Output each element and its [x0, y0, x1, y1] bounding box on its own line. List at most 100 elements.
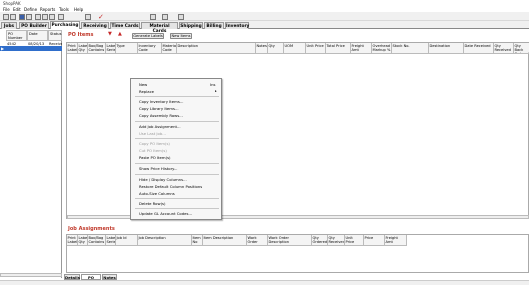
col-type[interactable]: Type	[116, 43, 138, 54]
cut-icon[interactable]	[35, 13, 41, 20]
date-header[interactable]: Date	[27, 30, 48, 41]
menu-item-hide-display-columns[interactable]: Hide / Display Columns...	[139, 177, 187, 182]
tab-time-cards[interactable]: Time Cards	[110, 22, 140, 29]
tab-purchasing[interactable]: Purchasing	[50, 21, 80, 29]
col-stock-no[interactable]: Stock No.	[392, 43, 429, 54]
col-label-series[interactable]: Label Series	[106, 43, 116, 54]
col-inventory-code[interactable]: Inventory Code	[138, 43, 162, 54]
move-down-icon[interactable]: ▼	[108, 32, 112, 37]
ja-col-box-bag[interactable]: Box/Bag Contains	[88, 235, 106, 246]
move-up-icon[interactable]: ▲	[118, 32, 122, 37]
menu-item-paste-po-items[interactable]: Paste PO Item(s)	[139, 155, 171, 160]
menu-edit[interactable]: Edit	[13, 7, 21, 12]
menu-item-copy-inventory[interactable]: Copy Inventory Items...	[139, 99, 183, 104]
ja-col-price[interactable]: Price	[364, 235, 385, 246]
ja-col-freight-amt[interactable]: Freight Amt	[385, 235, 407, 246]
po-items-title: PO Items	[68, 32, 94, 38]
new-icon[interactable]	[3, 13, 9, 20]
col-material-code[interactable]: Material Code	[162, 43, 177, 54]
menu-item-restore-column-positions[interactable]: Restore Default Column Positions	[139, 184, 202, 189]
ja-col-print-label[interactable]: Print Label	[67, 235, 78, 246]
ja-col-qty-received[interactable]: Qty Received	[328, 235, 345, 246]
status-bar	[0, 280, 529, 285]
menu-item-add-job-assignment[interactable]: Add Job Assignment...	[139, 124, 181, 129]
po-number-cell: 4542	[7, 41, 17, 46]
col-notes[interactable]: Notes	[256, 43, 268, 54]
ja-col-work-order-description[interactable]: Work Order Description	[268, 235, 312, 246]
col-uom[interactable]: UOM	[284, 43, 306, 54]
menu-item-cut-po-items: Cut PO Item(s)	[139, 148, 167, 153]
menu-item-use-last-job: Use Last Job...	[139, 131, 166, 136]
ja-col-qty-ordered[interactable]: Qty Ordered	[312, 235, 328, 246]
menu-item-update-gl-codes[interactable]: Update GL Account Codes...	[139, 211, 192, 216]
tab-shipping[interactable]: Shipping	[179, 22, 203, 29]
paste-icon[interactable]	[49, 13, 55, 20]
col-description[interactable]: Description	[177, 43, 256, 54]
toolbar: ✓	[0, 12, 529, 21]
job-assignments-title: Job Assignments	[68, 226, 115, 232]
ja-col-item-description[interactable]: Item Description	[203, 235, 247, 246]
menu-file[interactable]: File	[3, 7, 10, 12]
window-title: ShopPAK	[3, 0, 21, 6]
camera-icon[interactable]	[178, 13, 184, 20]
col-overhead-markup[interactable]: Overhead Markup %	[372, 43, 392, 54]
job-assignments-grid: Print Label Label Qty Box/Bag Contains L…	[66, 234, 529, 273]
ja-col-job-description[interactable]: Job Description	[138, 235, 192, 246]
ja-col-label-qty[interactable]: Label Qty	[78, 235, 88, 246]
new-row-selected[interactable]: ▶	[0, 46, 62, 51]
tab-billing[interactable]: Billing	[204, 22, 224, 29]
tab-receiving[interactable]: Receiving	[81, 22, 109, 29]
copy-icon[interactable]	[42, 13, 48, 20]
menu-separator	[135, 174, 219, 175]
menu-item-copy-assembly[interactable]: Copy Assembly Rows...	[139, 113, 183, 118]
col-qty[interactable]: Qty	[268, 43, 284, 54]
tab-po-builder[interactable]: PO Builder	[19, 22, 49, 29]
ja-col-unit-price[interactable]: Unit Price	[345, 235, 364, 246]
delete-icon[interactable]	[85, 13, 91, 20]
col-qty-back-ordered[interactable]: Qty Back Ordered	[514, 43, 529, 54]
tab-material-cards[interactable]: Material Cards	[141, 22, 178, 34]
save-icon[interactable]	[19, 13, 25, 20]
col-destination[interactable]: Destination	[429, 43, 464, 54]
undo-icon[interactable]	[58, 13, 64, 20]
menu-item-delete-rows[interactable]: Delete Row(s)	[139, 201, 166, 206]
col-freight-amt[interactable]: Freight Amt	[351, 43, 372, 54]
calculator-icon[interactable]	[150, 13, 156, 20]
menu-separator	[135, 138, 219, 139]
col-total-price[interactable]: Total Price	[326, 43, 351, 54]
tab-inventory[interactable]: Inventory	[225, 22, 249, 29]
menu-define[interactable]: Define	[24, 7, 37, 12]
menu-tools[interactable]: Tools	[59, 7, 69, 12]
report-icon[interactable]	[162, 13, 168, 20]
tab-jobs[interactable]: Jobs	[1, 22, 17, 29]
ja-col-item-no[interactable]: Item No	[192, 235, 203, 246]
menu-item-copy-library[interactable]: Copy Library Items...	[139, 106, 179, 111]
generate-labels-button[interactable]: Generate Labels	[132, 33, 164, 39]
menu-item-replace[interactable]: Replace	[139, 89, 154, 94]
col-print-label[interactable]: Print Label	[67, 43, 78, 54]
po-number-header[interactable]: PO Number	[6, 30, 27, 41]
col-box-bag[interactable]: Box/Bag Contains	[88, 43, 106, 54]
menu-item-new[interactable]: New	[139, 82, 147, 87]
col-qty-received[interactable]: Qty Received	[494, 43, 514, 54]
menu-help[interactable]: Help	[74, 7, 83, 12]
menu-separator	[135, 121, 219, 122]
ja-col-label-series[interactable]: Label Series	[106, 235, 116, 246]
col-label-qty[interactable]: Label Qty	[78, 43, 88, 54]
new-items-button[interactable]: New Items	[170, 33, 192, 39]
check-icon[interactable]: ✓	[98, 13, 104, 21]
po-list-scrollbar[interactable]	[0, 273, 62, 277]
menu-item-auto-size-columns[interactable]: Auto-Size Columns	[139, 191, 175, 196]
print-icon[interactable]	[26, 13, 32, 20]
menu-separator	[135, 198, 219, 199]
menu-separator	[135, 208, 219, 209]
status-header[interactable]: Status	[48, 30, 62, 41]
open-icon[interactable]	[10, 13, 16, 20]
menu-reports[interactable]: Reports	[40, 7, 55, 12]
col-date-received[interactable]: Date Received	[464, 43, 494, 54]
ja-col-job-id[interactable]: Job Id	[116, 235, 138, 246]
po-status-cell: Received	[49, 41, 62, 46]
menu-item-show-price-history[interactable]: Show Price History...	[139, 166, 178, 171]
col-unit-price[interactable]: Unit Price	[306, 43, 326, 54]
ja-col-work-order[interactable]: Work Order	[247, 235, 268, 246]
